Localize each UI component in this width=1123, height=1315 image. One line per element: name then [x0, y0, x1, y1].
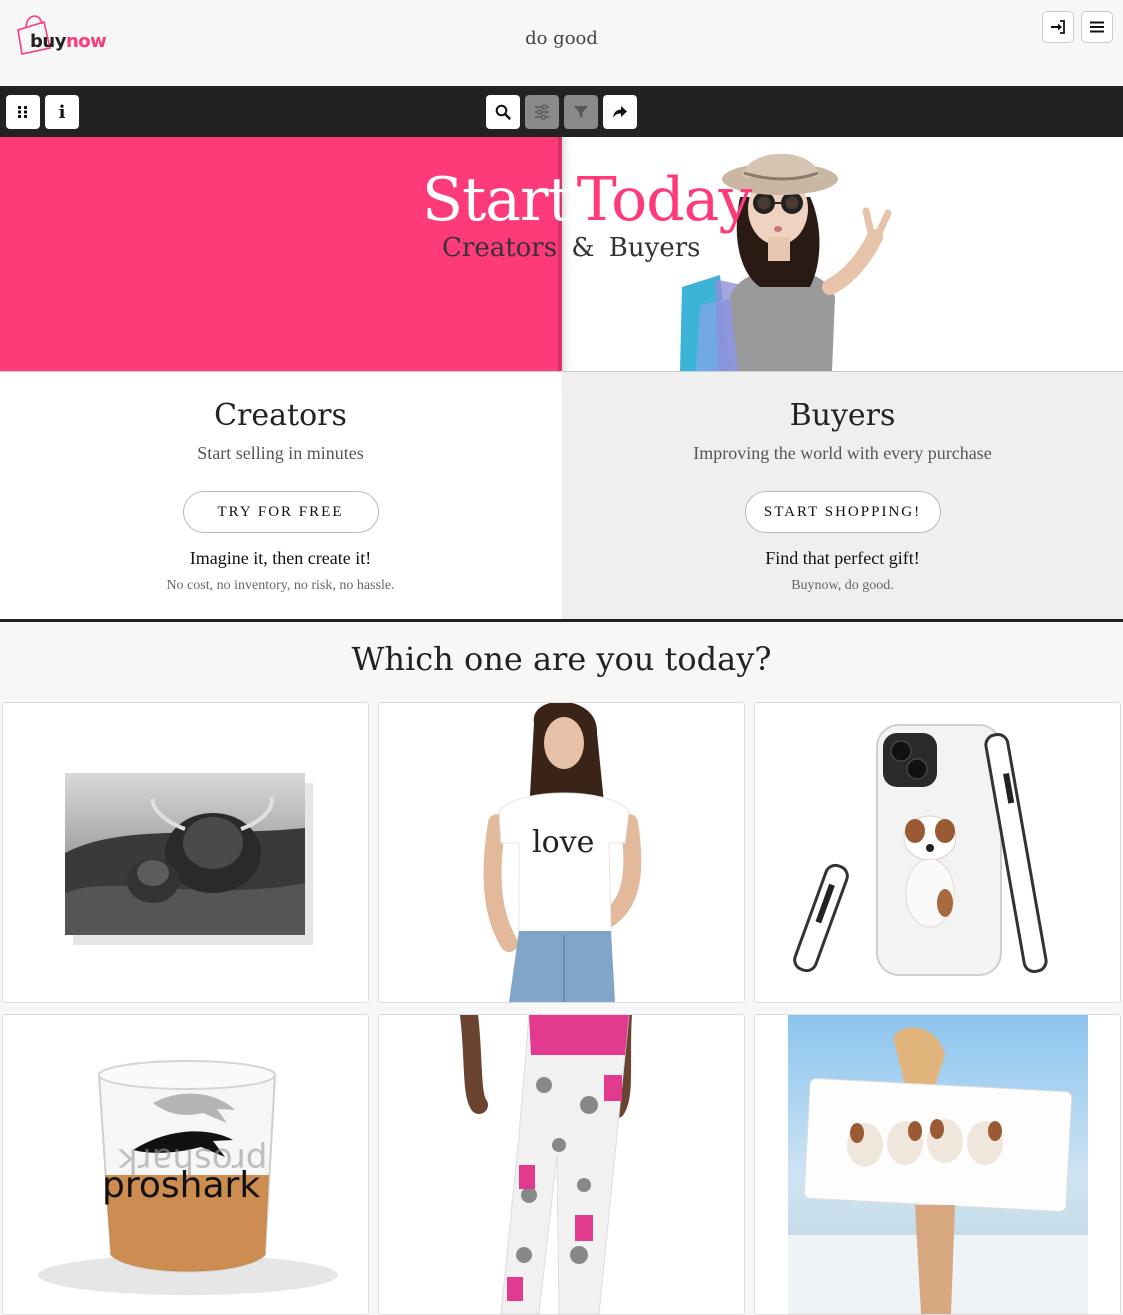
tshirt-print-text: love — [532, 825, 595, 860]
beach-towel-image — [788, 1015, 1088, 1314]
product-card-beach-towel[interactable] — [754, 1014, 1121, 1315]
product-card-shot-glass[interactable]: proshark proshark — [2, 1014, 369, 1315]
menu-button[interactable] — [1081, 11, 1113, 43]
creators-subheading: Start selling in minutes — [197, 443, 364, 463]
creators-heading: Creators — [214, 398, 347, 433]
shot-glass-print-text: proshark — [102, 1165, 261, 1206]
sliders-icon — [535, 104, 549, 120]
hero-subtitle-creators: Creators — [442, 233, 558, 263]
phone-case-image — [793, 724, 1048, 976]
leggings-image — [460, 1015, 632, 1314]
filter-button[interactable] — [564, 95, 598, 129]
info-icon: i — [58, 101, 66, 123]
grid-icon — [18, 106, 27, 118]
hero-banner[interactable]: Start Today Creators & Buyers — [0, 137, 1123, 371]
buyers-tagline: Find that perfect gift! — [765, 548, 920, 568]
buyers-note: Buynow, do good. — [791, 578, 894, 593]
hero-title: Start Today — [422, 165, 753, 235]
sign-in-button[interactable] — [1042, 11, 1074, 43]
grid-button[interactable] — [6, 95, 40, 129]
search-button[interactable] — [486, 95, 520, 129]
hamburger-menu-icon — [1090, 21, 1104, 33]
canvas-print-image — [65, 773, 313, 945]
buyers-subheading: Improving the world with every purchase — [693, 443, 992, 463]
toolbar: i — [0, 86, 1123, 137]
products-section-title: Which one are you today? — [351, 640, 772, 678]
product-card-tshirt[interactable]: love — [378, 702, 745, 1003]
hero-subtitle-buyers: Buyers — [608, 233, 701, 263]
product-card-phone-case[interactable] — [754, 702, 1121, 1003]
filter-icon — [574, 106, 588, 118]
search-icon — [495, 104, 511, 120]
buyers-panel: Buyers Improving the world with every pu… — [562, 371, 1123, 619]
site-tagline: do good — [525, 28, 598, 49]
sign-in-icon — [1051, 20, 1065, 34]
product-card-canvas-print[interactable] — [2, 702, 369, 1003]
section-divider — [0, 619, 1123, 622]
hero-subtitle-amp: & — [571, 233, 595, 263]
sliders-button[interactable] — [525, 95, 559, 129]
info-button[interactable]: i — [45, 95, 79, 129]
hero-title-start: Start — [422, 165, 572, 235]
product-card-leggings[interactable] — [378, 1014, 745, 1315]
site-header: buynow do good — [0, 0, 1123, 86]
hero-subtitle: Creators & Buyers — [442, 233, 700, 263]
creators-tagline: Imagine it, then create it! — [189, 548, 372, 568]
buyers-heading: Buyers — [789, 398, 896, 433]
creators-panel: Creators Start selling in minutes TRY FO… — [0, 371, 561, 619]
share-icon — [613, 106, 627, 118]
creators-note: No cost, no inventory, no risk, no hassl… — [166, 578, 395, 593]
start-shopping-button[interactable]: START SHOPPING! — [744, 491, 941, 533]
share-button[interactable] — [603, 95, 637, 129]
try-for-free-button[interactable]: TRY FOR FREE — [182, 491, 379, 533]
hero-title-today: Today — [576, 165, 753, 235]
